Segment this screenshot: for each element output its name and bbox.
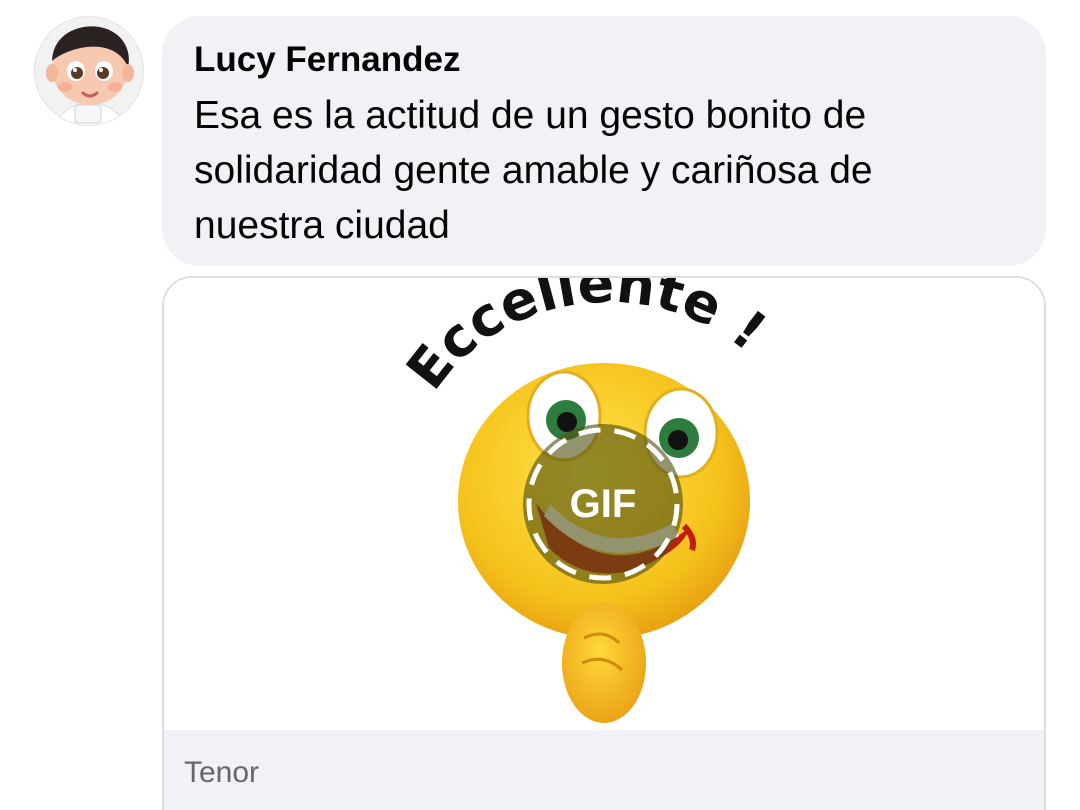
comment-row: Lucy Fernandez Esa es la actitud de un g… (0, 0, 1080, 810)
gif-preview[interactable]: Eccellente ! GIF (164, 278, 1044, 730)
baby-avatar-icon (35, 17, 143, 125)
avatar[interactable] (34, 16, 144, 126)
gif-play-button[interactable]: GIF (523, 424, 683, 584)
gif-footer: Tenor (164, 730, 1044, 810)
comment-author[interactable]: Lucy Fernandez (194, 38, 1012, 82)
gif-label: GIF (569, 482, 637, 526)
gif-source-label[interactable]: Tenor (184, 756, 259, 790)
comment-bubble: Lucy Fernandez Esa es la actitud de un g… (162, 16, 1046, 266)
comment-text: Esa es la actitud de un gesto bonito de … (194, 94, 873, 247)
gif-attachment[interactable]: Eccellente ! GIF Tenor (162, 276, 1046, 810)
